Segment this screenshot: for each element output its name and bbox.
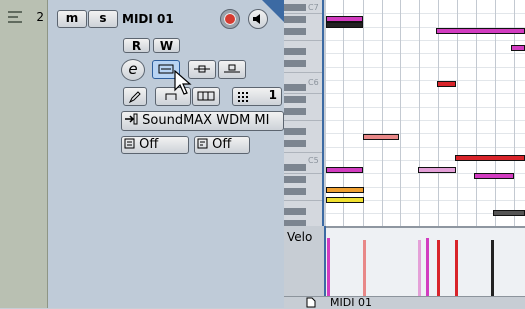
note[interactable] — [436, 28, 525, 34]
connect-icon — [194, 65, 210, 73]
page-icon — [306, 297, 316, 308]
mouse-cursor-icon — [174, 70, 192, 95]
note[interactable] — [493, 210, 525, 216]
solo-button[interactable]: s — [88, 10, 118, 28]
columns-icon — [197, 91, 215, 101]
velocity-bar[interactable] — [418, 240, 421, 296]
note[interactable] — [455, 155, 525, 161]
track-number: 2 — [36, 10, 44, 24]
note[interactable] — [326, 167, 363, 173]
velocity-bar[interactable] — [437, 240, 440, 296]
status-title: MIDI 01 — [330, 296, 372, 309]
connect-alt-icon — [224, 64, 240, 73]
note[interactable] — [326, 187, 364, 193]
output-routing-field[interactable]: SoundMAX WDM MI — [121, 111, 284, 131]
octave-label-c5: C5 — [308, 156, 319, 165]
program-field[interactable]: 1 — [232, 87, 282, 106]
read-button[interactable]: R — [123, 38, 150, 53]
sends-off-label: Off — [212, 137, 232, 152]
pencil-button[interactable] — [123, 87, 147, 106]
insert-off-button[interactable]: Off — [121, 136, 189, 154]
grid-icon — [238, 92, 248, 102]
lane-icon — [158, 64, 174, 74]
lines-icon[interactable] — [8, 10, 26, 26]
velocity-bar[interactable] — [327, 238, 330, 296]
note[interactable] — [363, 134, 399, 140]
note-grid[interactable] — [326, 0, 525, 226]
velocity-bar[interactable] — [491, 240, 494, 296]
pencil-icon — [128, 91, 141, 104]
output-icon — [125, 113, 138, 125]
columns-button[interactable] — [192, 87, 220, 106]
sends-off-button[interactable]: Off — [194, 136, 250, 154]
note[interactable] — [326, 22, 363, 28]
program-value: 1 — [268, 88, 277, 102]
note[interactable] — [437, 81, 456, 87]
velocity-label: Velo — [287, 230, 313, 244]
connect-alt-button[interactable] — [218, 60, 246, 79]
note[interactable] — [474, 173, 514, 179]
velocity-bar[interactable] — [426, 238, 429, 296]
editor-status-bar: MIDI 01 — [284, 296, 525, 309]
velocity-controller-header[interactable]: Velo — [284, 226, 326, 296]
velocity-bar[interactable] — [455, 240, 458, 296]
record-button[interactable] — [220, 9, 240, 29]
mute-button[interactable]: m — [57, 10, 87, 28]
velocity-bar[interactable] — [363, 240, 366, 296]
note[interactable] — [326, 197, 364, 203]
write-button[interactable]: W — [153, 38, 180, 53]
send-icon — [197, 138, 208, 149]
note[interactable] — [418, 167, 456, 173]
track-gutter — [0, 0, 48, 308]
note[interactable] — [511, 45, 525, 51]
record-icon — [225, 14, 235, 24]
track-name[interactable]: MIDI 01 — [122, 10, 174, 28]
velocity-lane[interactable] — [326, 226, 525, 296]
output-label: SoundMAX WDM MI — [142, 113, 270, 128]
edit-icon[interactable]: e — [121, 59, 145, 81]
octave-label-c7: C7 — [308, 3, 319, 12]
piano-keyboard[interactable]: C7 C6 C5 — [284, 0, 324, 226]
octave-label-c6: C6 — [308, 78, 319, 87]
corner-marker — [262, 0, 284, 22]
insert-off-label: Off — [139, 137, 159, 152]
insert-icon — [124, 138, 135, 149]
